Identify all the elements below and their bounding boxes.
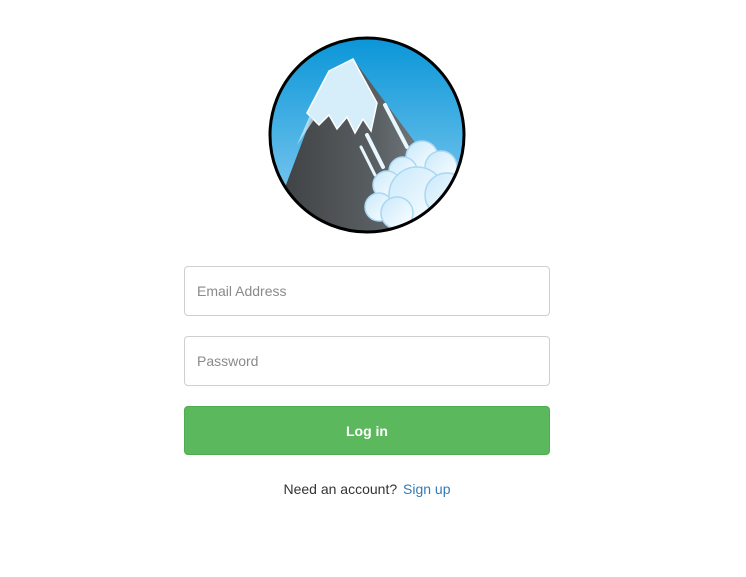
signup-prompt-text: Need an account? bbox=[283, 481, 398, 497]
login-button[interactable]: Log in bbox=[184, 406, 550, 455]
login-page: Log in Need an account? Sign up bbox=[0, 0, 746, 577]
password-field[interactable] bbox=[184, 336, 550, 386]
email-field[interactable] bbox=[184, 266, 550, 316]
signup-link[interactable]: Sign up bbox=[403, 481, 450, 497]
mountain-avalanche-logo-icon bbox=[267, 35, 467, 235]
signup-prompt-row: Need an account? Sign up bbox=[184, 481, 550, 497]
